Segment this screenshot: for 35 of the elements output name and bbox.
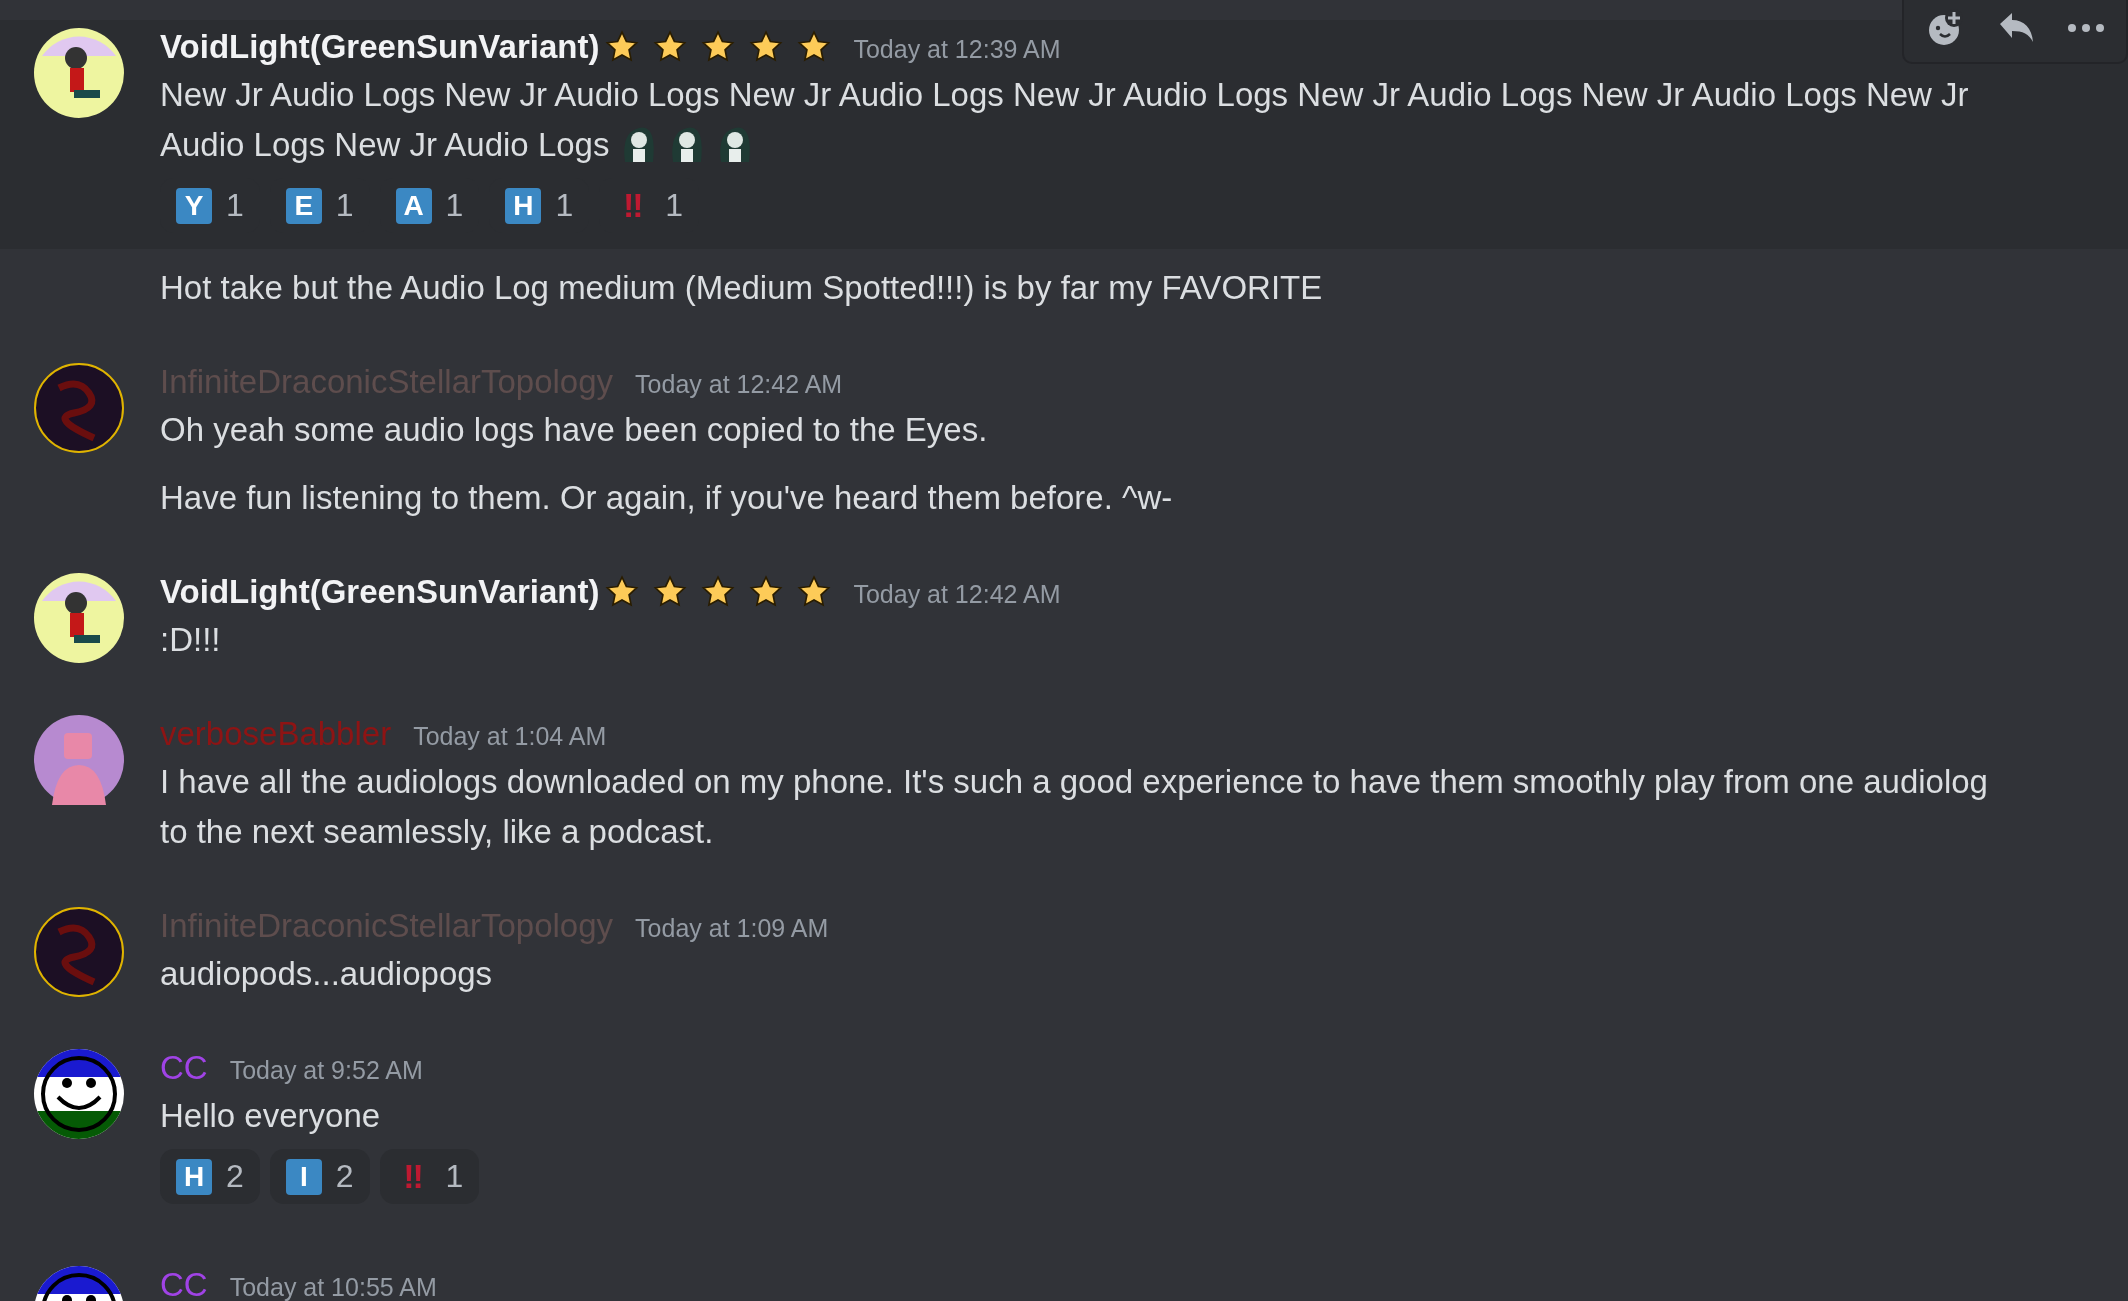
- message-text: Oh yeah some audio logs have been copied to the Eyes.: [160, 410, 989, 450]
- reaction-pill[interactable]: ‼ 1: [379, 1149, 480, 1204]
- star-icon: [797, 575, 832, 609]
- star-icon: [653, 30, 688, 64]
- timestamp: Today at 12:42 AM: [853, 578, 1061, 609]
- avatar-icon[interactable]: [34, 28, 124, 118]
- more-options-icon[interactable]: [2066, 22, 2106, 34]
- timestamp: Today at 1:09 AM: [635, 912, 829, 943]
- timestamp: Today at 12:42 AM: [635, 368, 843, 399]
- message-text: New Jr Audio Logs New Jr Audio Logs New Jr Audio Logs New Jr Audio Logs New Jr Audio Logs New Jr Audio Logs New Jr Audio Logs New Jr Audio Logs: [160, 75, 1970, 165]
- avatar-icon[interactable]: [34, 363, 124, 453]
- star-icon: [797, 30, 832, 64]
- star-icon: [605, 575, 640, 609]
- timestamp: Today at 9:52 AM: [229, 1054, 423, 1085]
- username[interactable]: VoidLight(GreenSunVariant): [160, 28, 600, 66]
- reaction-pill[interactable]: H 2: [160, 1149, 260, 1204]
- star-icon: [701, 30, 736, 64]
- star-icon: [749, 30, 784, 64]
- message-text: audiopods...audiopogs: [160, 954, 494, 994]
- username[interactable]: VoidLight(GreenSunVariant): [160, 573, 600, 611]
- avatar-icon[interactable]: [34, 907, 124, 997]
- message-text: Hot take but the Audio Log medium (Medium Spotted!!!) is by far my FAVORITE: [160, 268, 1324, 308]
- avatar-icon[interactable]: [34, 573, 124, 663]
- message-text: I have all the audiologs downloaded on my phone. It's such a good experience to have them smoothly play from one audiolog to the next seamlessly, like a podcast.: [160, 762, 1989, 852]
- timestamp: Today at 10:55 AM: [229, 1271, 437, 1301]
- timestamp: Today at 12:39 AM: [853, 33, 1061, 64]
- message-text: :D!!!: [160, 620, 222, 660]
- star-icon: [653, 575, 688, 609]
- message-text: Hello everyone: [160, 1096, 382, 1136]
- timestamp: Today at 1:04 AM: [413, 720, 607, 751]
- message-text: Have fun listening to them. Or again, if you've heard them before. ^w-: [160, 478, 1174, 518]
- star-icon: [749, 575, 784, 609]
- star-icon: [701, 575, 736, 609]
- reaction-pill[interactable]: I 2: [269, 1149, 370, 1204]
- star-icon: [605, 30, 640, 64]
